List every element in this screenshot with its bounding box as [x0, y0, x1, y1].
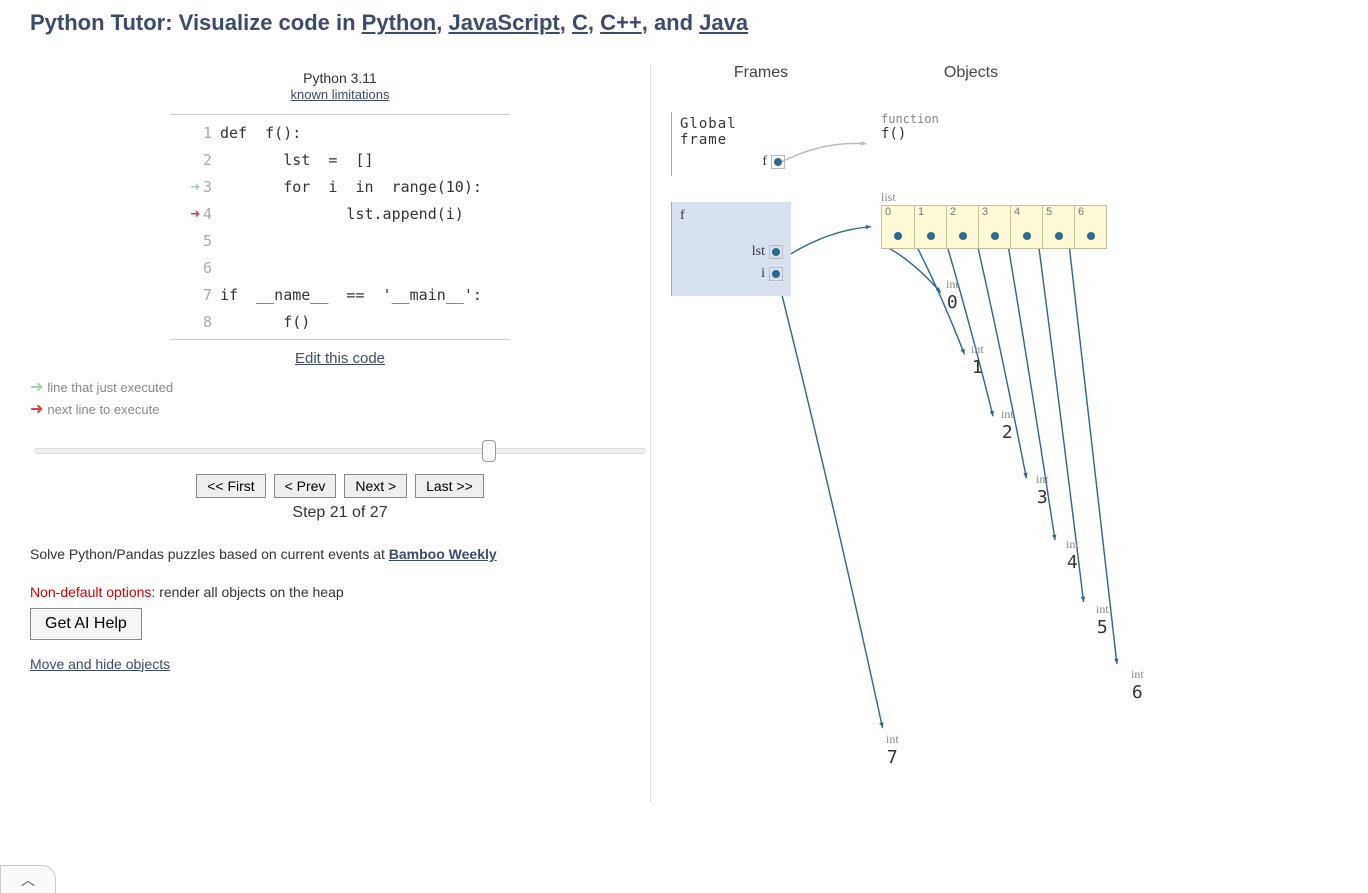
- global-frame-label: Global frame: [680, 116, 785, 148]
- var-name-lst: lst: [752, 244, 765, 260]
- code-line: ➜3 for i in range(10):: [170, 173, 510, 200]
- obj-int: int4: [1066, 537, 1079, 573]
- obj-int: int1: [971, 342, 984, 378]
- title-and: , and: [642, 10, 699, 35]
- lang-link-java[interactable]: Java: [699, 10, 748, 35]
- var-i: i: [680, 266, 783, 282]
- code-line: 7if __name__ == '__main__':: [170, 281, 510, 308]
- arrow-legend: ➜ line that just executed ➜ next line to…: [30, 377, 650, 422]
- prev-arrow-icon: ➜: [30, 377, 43, 399]
- code-line: 5: [170, 227, 510, 254]
- code-line: 8 f(): [170, 308, 510, 335]
- list-cell: 1: [914, 206, 946, 248]
- next-button[interactable]: Next >: [344, 474, 407, 498]
- prev-arrow-icon: ➜: [190, 177, 200, 196]
- edit-code-link[interactable]: Edit this code: [295, 350, 385, 367]
- var-f: f: [680, 154, 785, 170]
- step-slider[interactable]: [30, 440, 650, 462]
- lang-link-javascript[interactable]: JavaScript: [448, 10, 559, 35]
- page-title: Python Tutor: Visualize code in Python , …: [0, 0, 1368, 44]
- last-button[interactable]: Last >>: [415, 474, 484, 498]
- objects-header: Objects: [911, 64, 1031, 82]
- code-header: Python 3.11 known limitations: [30, 64, 650, 102]
- lang-link-cpp[interactable]: C++: [600, 10, 642, 35]
- call-frame-name: f: [680, 208, 783, 224]
- options-line: Non-default options: render all objects …: [30, 584, 650, 600]
- promo-link[interactable]: Bamboo Weekly: [389, 546, 497, 562]
- code-line: ➜4 lst.append(i): [170, 200, 510, 227]
- legend-prev-text: line that just executed: [47, 379, 173, 397]
- obj-list: list 0123456: [881, 190, 1107, 249]
- chevron-up-icon: ︿: [21, 870, 35, 890]
- list-cell: 5: [1042, 206, 1074, 248]
- next-arrow-icon: ➜: [190, 204, 200, 223]
- code-area: 1def f():2 lst = []➜3 for i in range(10)…: [170, 114, 510, 340]
- var-slot: [771, 155, 785, 169]
- first-button[interactable]: << First: [196, 474, 265, 498]
- title-prefix: Python Tutor: Visualize code in: [30, 10, 362, 35]
- slider-thumb[interactable]: [482, 440, 496, 462]
- obj-int: int3: [1036, 472, 1049, 508]
- next-arrow-icon: ➜: [30, 399, 43, 421]
- code-line: 2 lst = []: [170, 146, 510, 173]
- obj-int: int7: [886, 732, 899, 768]
- obj-int: int5: [1096, 602, 1109, 638]
- list-cell: 4: [1010, 206, 1042, 248]
- ai-help-button[interactable]: Get AI Help: [30, 608, 142, 640]
- legend-next-text: next line to execute: [47, 401, 159, 419]
- list-cell: 2: [946, 206, 978, 248]
- list-cell: 0: [882, 206, 914, 248]
- var-name-i: i: [761, 266, 765, 282]
- lang-label: Python 3.11: [30, 70, 650, 86]
- bottom-toggle[interactable]: ︿: [0, 865, 56, 893]
- obj-int: int2: [1001, 407, 1014, 443]
- move-hide-link[interactable]: Move and hide objects: [30, 656, 170, 672]
- promo-text: Solve Python/Pandas puzzles based on cur…: [30, 546, 650, 562]
- obj-int: int6: [1131, 667, 1144, 703]
- var-name-f: f: [762, 154, 767, 170]
- list-cell: 3: [978, 206, 1010, 248]
- var-lst: lst: [680, 244, 783, 260]
- call-frame-f: f lst i: [671, 202, 791, 296]
- var-slot: [769, 267, 783, 281]
- obj-function: function f(): [881, 112, 939, 142]
- frames-header: Frames: [671, 64, 851, 82]
- prev-button[interactable]: < Prev: [274, 474, 337, 498]
- lang-link-c[interactable]: C: [572, 10, 588, 35]
- code-line: 6: [170, 254, 510, 281]
- step-label: Step 21 of 27: [30, 504, 650, 522]
- lang-link-python[interactable]: Python: [362, 10, 437, 35]
- list-cell: 6: [1074, 206, 1106, 248]
- limitations-link[interactable]: known limitations: [291, 87, 390, 102]
- code-line: 1def f():: [170, 119, 510, 146]
- var-slot: [769, 245, 783, 259]
- obj-int: int0: [946, 277, 959, 313]
- global-frame: Global frame f: [671, 112, 791, 176]
